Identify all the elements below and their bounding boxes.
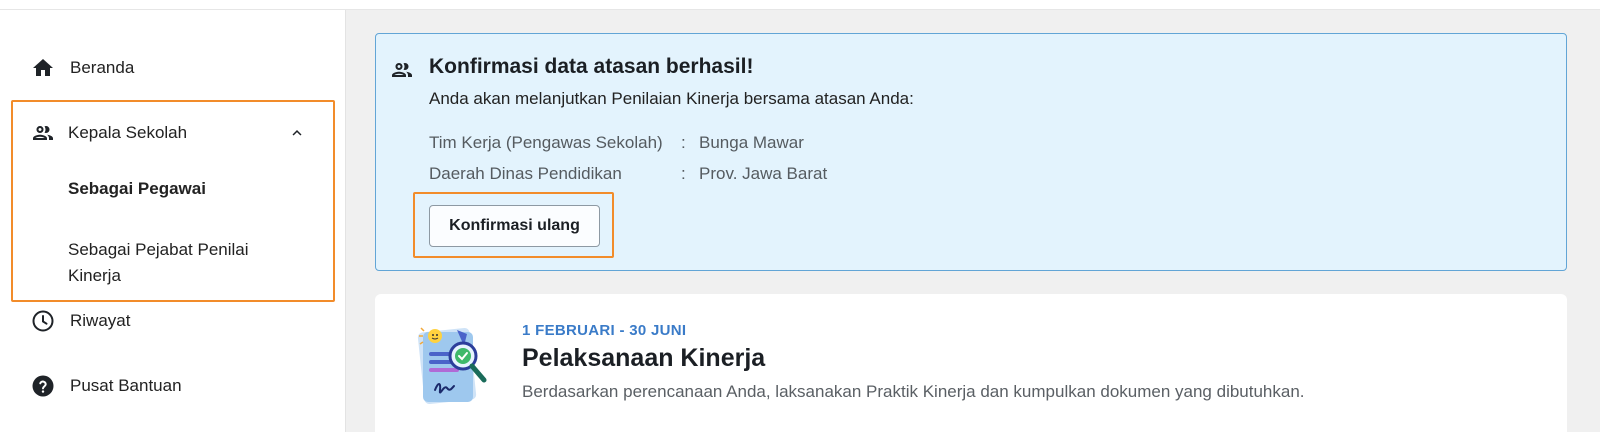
home-icon [30,55,56,81]
sidebar-subitem-sebagai-pegawai[interactable]: Sebagai Pegawai [68,176,206,202]
alert-title: Konfirmasi data atasan berhasil! [429,55,754,78]
sidebar-item-pusat-bantuan[interactable]: Pusat Bantuan [30,371,182,401]
info-row-tim-kerja: Tim Kerja (Pengawas Sekolah) : Bunga Maw… [429,133,804,153]
clock-icon [30,308,56,334]
sidebar-subitem-label-line1: Sebagai Pejabat Penilai [68,240,249,259]
performance-card: 1 FEBRUARI - 30 JUNI Pelaksanaan Kinerja… [375,294,1567,432]
chevron-up-icon[interactable] [288,124,306,142]
sidebar-item-kepala-sekolah[interactable]: Kepala Sekolah [30,118,187,148]
sidebar-item-riwayat[interactable]: Riwayat [30,306,130,336]
reconfirm-button[interactable]: Konfirmasi ulang [429,205,600,247]
info-key: Daerah Dinas Pendidikan [429,164,622,183]
sidebar-item-label: Pusat Bantuan [70,376,182,395]
alert-description: Anda akan melanjutkan Penilaian Kinerja … [429,89,914,108]
info-key: Tim Kerja (Pengawas Sekolah) [429,133,663,152]
sidebar-item-label: Kepala Sekolah [68,123,188,142]
sidebar-subitem-sebagai-pejabat-penilai[interactable]: Sebagai Pejabat Penilai Kinerja [68,237,249,289]
sidebar-item-label: Riwayat [70,311,131,330]
info-value: Prov. Jawa Barat [699,164,828,183]
people-icon [390,58,414,82]
card-description: Berdasarkan perencanaan Anda, laksanakan… [522,382,1305,401]
info-value: Bunga Mawar [699,133,804,152]
sidebar-subitem-label-line2: Kinerja [68,266,121,285]
card-date: 1 FEBRUARI - 30 JUNI [522,322,687,339]
confirmation-alert: Konfirmasi data atasan berhasil! Anda ak… [375,33,1567,271]
sidebar-item-label: Beranda [70,58,135,77]
card-title: Pelaksanaan Kinerja [522,344,766,372]
document-review-icon [413,324,493,409]
info-separator: : [681,164,686,183]
people-icon [30,120,56,146]
info-separator: : [681,133,686,152]
sidebar: Beranda Kepala Sekolah Sebagai Pegawai S… [0,10,346,432]
info-row-daerah-dinas: Daerah Dinas Pendidikan : Prov. Jawa Bar… [429,164,827,184]
top-bar [0,0,1600,10]
sidebar-item-beranda[interactable]: Beranda [30,53,134,83]
help-icon [30,373,56,399]
